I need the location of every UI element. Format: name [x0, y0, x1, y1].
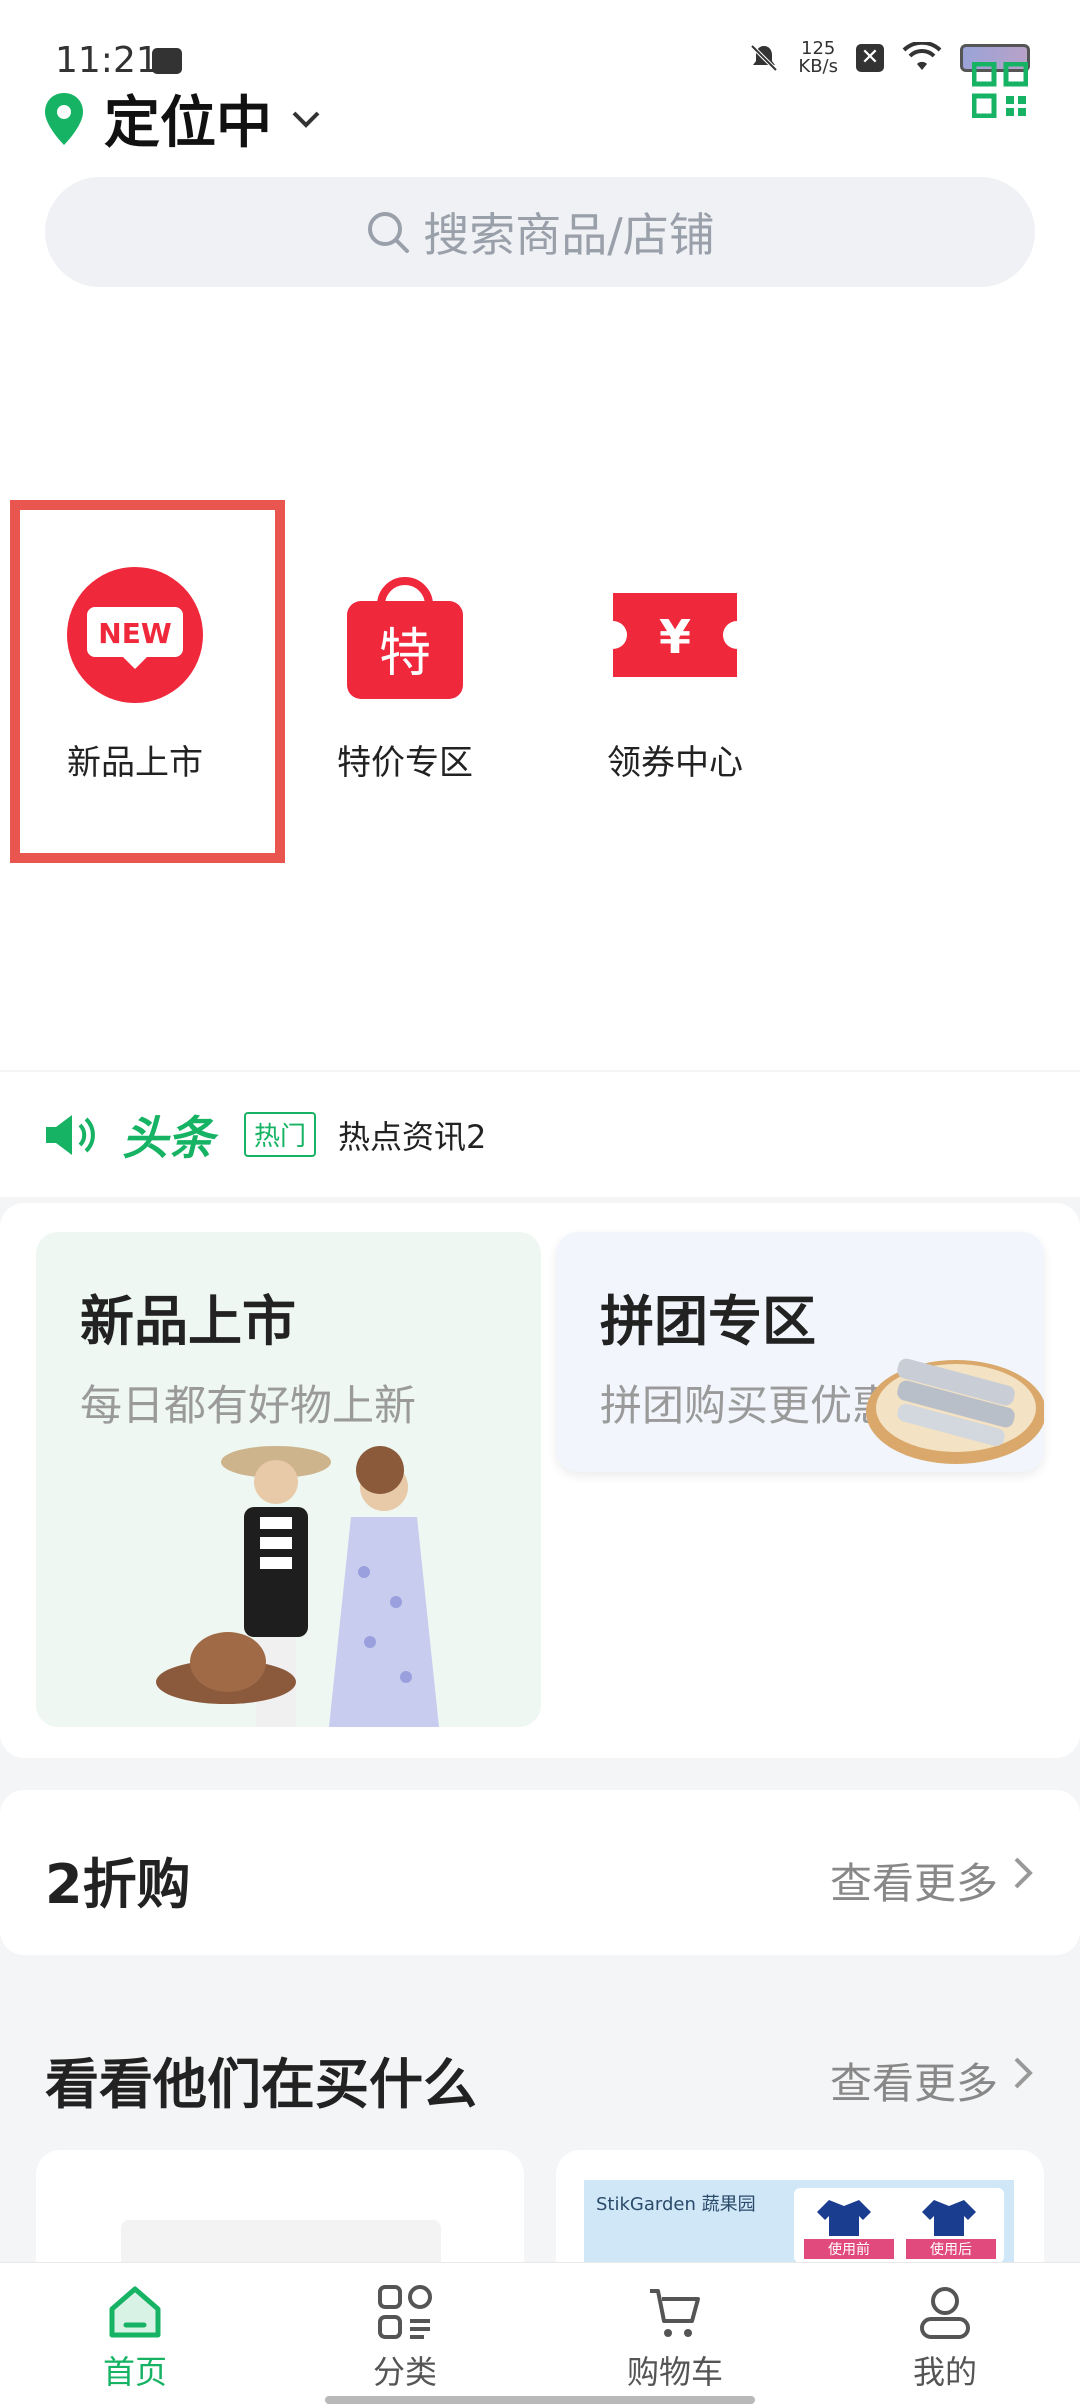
nav-label: 我的 [912, 2353, 977, 2391]
after-label: 使用后 [906, 2239, 996, 2259]
nav-category[interactable]: 分类 [305, 2281, 505, 2393]
svg-text:¥: ¥ [659, 610, 691, 664]
fish-plate-image [866, 1358, 1044, 1464]
shirt-icon [817, 2200, 871, 2236]
nav-profile[interactable]: 我的 [845, 2281, 1045, 2393]
shortcut-coupon-center[interactable]: ¥ 领券中心 [575, 565, 775, 784]
highlight-box [10, 500, 285, 863]
section-title-buying: 看看他们在买什么 [45, 2053, 477, 2116]
promo-subtitle: 每日都有好物上新 [80, 1381, 417, 1430]
category-icon [378, 2285, 432, 2339]
location-selector[interactable]: 定位中 [42, 78, 326, 159]
headline-news: 热点资讯2 [338, 1117, 487, 1156]
sim-off-icon: ✕ [856, 44, 884, 72]
shortcut-special-offers[interactable]: 特 特价专区 [305, 565, 505, 784]
speaker-icon [46, 1114, 95, 1155]
home-icon [109, 2286, 161, 2338]
mute-bell-icon [750, 44, 778, 72]
location-pin-icon [45, 92, 83, 145]
nav-label: 分类 [372, 2353, 437, 2391]
promo-card-group-buy[interactable]: 拼团专区 拼团购买更优惠 [556, 1232, 1044, 1472]
svg-text:特: 特 [379, 624, 431, 684]
nav-home[interactable]: 首页 [35, 2281, 235, 2393]
shirt-icon [922, 2200, 976, 2236]
headline-bar[interactable]: 头条 热门 热点资讯2 [0, 1072, 1080, 1197]
see-more-link-buying[interactable]: 查看更多 [830, 2050, 998, 2111]
status-time: 11:21 [55, 40, 159, 81]
discount-section: 2折购 查看更多 [0, 1790, 1080, 1955]
shopping-bag-icon: 特 [347, 577, 463, 699]
shortcut-label: 特价专区 [337, 743, 473, 783]
location-text: 定位中 [104, 91, 272, 156]
promo-title: 新品上市 [80, 1290, 296, 1353]
search-bar[interactable]: 搜索商品/店铺 [45, 177, 1035, 287]
promo-title: 拼团专区 [600, 1290, 816, 1353]
chevron-down-icon [292, 111, 320, 128]
net-speed: 125 KB/s [798, 38, 838, 77]
search-icon [368, 212, 410, 253]
nav-label: 购物车 [626, 2353, 723, 2391]
headline-title: 头条 [122, 1110, 214, 1165]
nav-cart[interactable]: 购物车 [575, 2281, 775, 2393]
qr-code-icon[interactable] [972, 62, 1028, 118]
home-indicator[interactable] [325, 2396, 755, 2404]
bottom-nav: 首页 分类 购物车 我的 [0, 2262, 1080, 2408]
chevron-right-icon[interactable] [1006, 1853, 1040, 1893]
wifi-icon [902, 42, 942, 70]
fashion-models-image [156, 1446, 439, 1727]
before-label: 使用前 [804, 2239, 894, 2259]
chevron-right-icon[interactable] [1006, 2053, 1040, 2093]
message-notification-icon [152, 48, 182, 74]
shortcut-label: 领券中心 [607, 743, 743, 783]
profile-icon [920, 2287, 970, 2339]
before-after-image: 使用前 使用后 [794, 2188, 1004, 2263]
coupon-icon: ¥ [613, 593, 737, 677]
see-more-link[interactable]: 查看更多 [830, 1850, 998, 1911]
cart-icon [650, 2289, 700, 2337]
search-placeholder: 搜索商品/店铺 [423, 208, 715, 262]
product-brand: StikGarden 蔬果园 [596, 2194, 756, 2215]
nav-label: 首页 [102, 2353, 167, 2391]
promo-card-new-arrivals[interactable]: 新品上市 每日都有好物上新 [36, 1232, 541, 1727]
section-title: 2折购 [45, 1853, 191, 1916]
promo-subtitle: 拼团购买更优惠 [600, 1381, 895, 1430]
hot-tag: 热门 [244, 1112, 317, 1157]
